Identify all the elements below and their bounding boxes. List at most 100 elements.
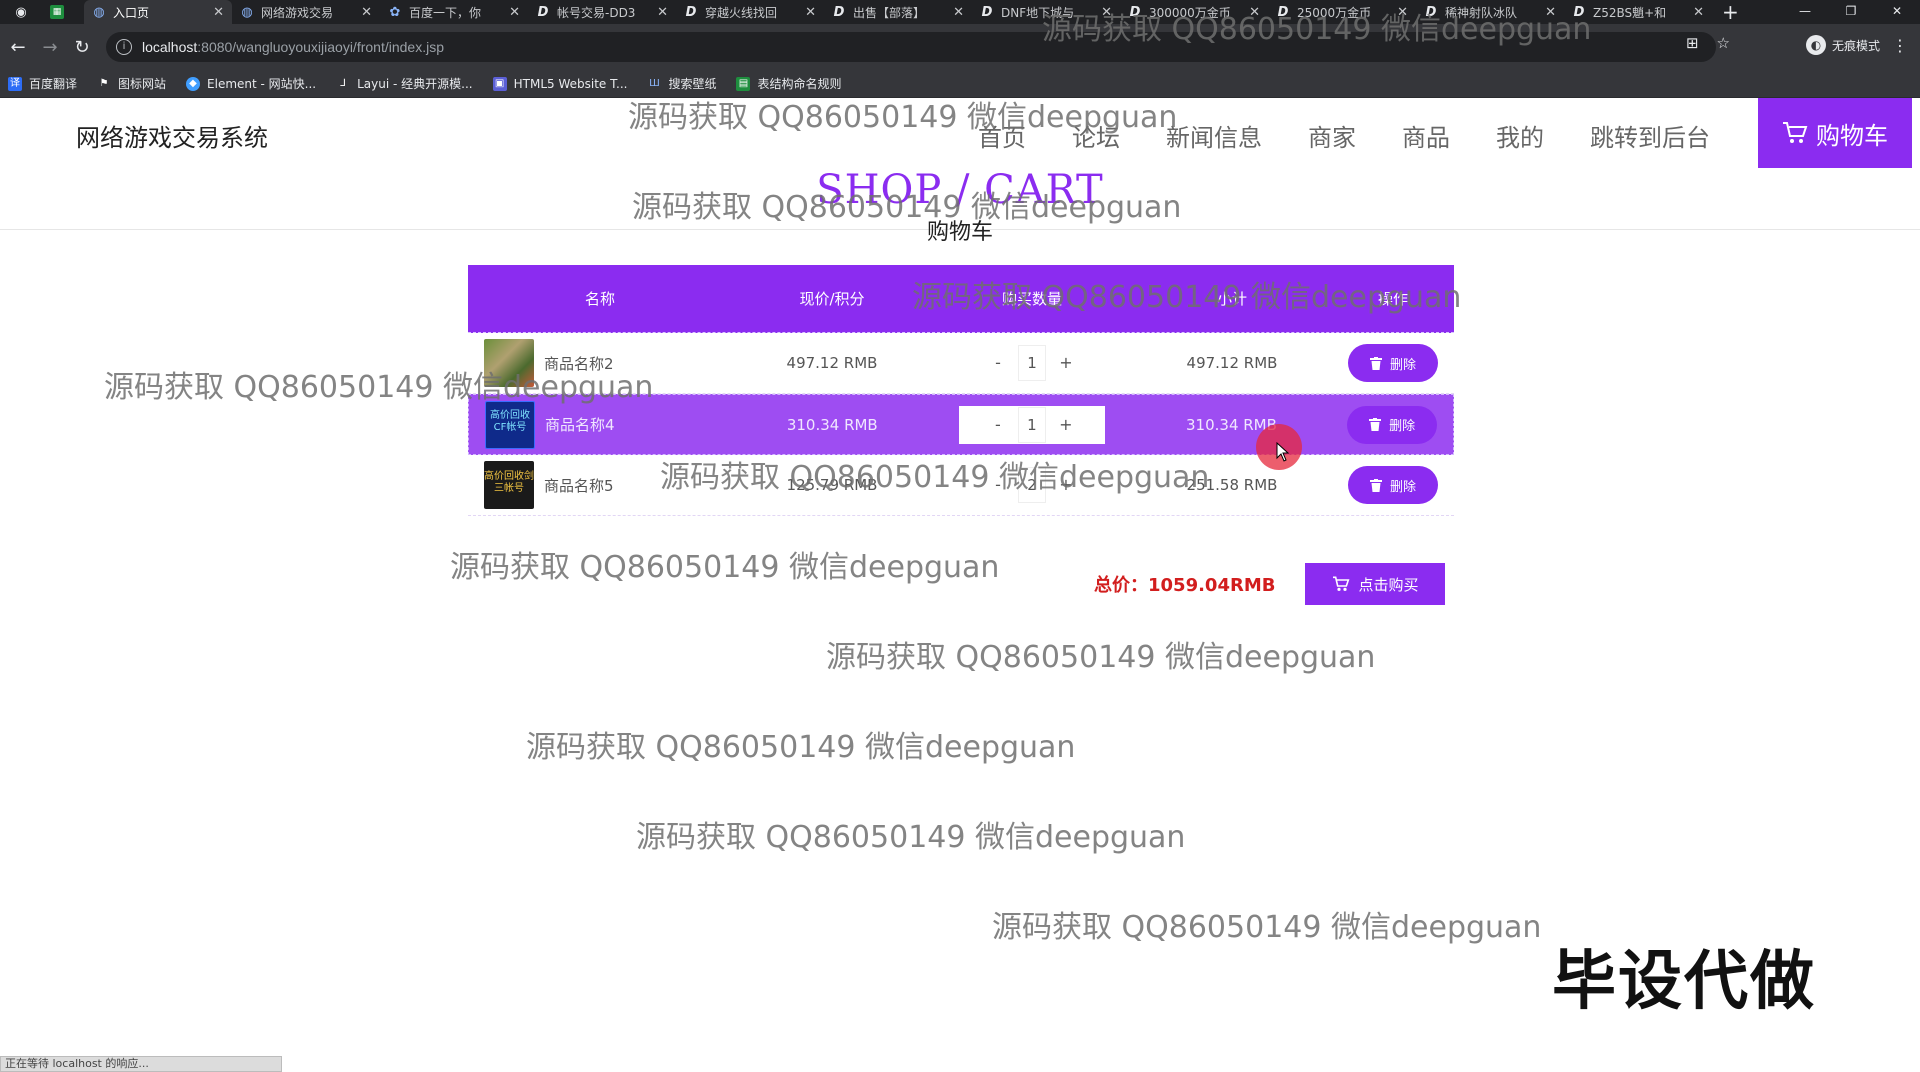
browser-tab-strip: ◉ ▦ ◍ 入口页 ✕ ◍ 网络游戏交易 ✕ ✿ 百度一下，你 ✕ D 帐号交易-DD3 ✕ D… bbox=[0, 0, 1920, 24]
close-icon[interactable]: ✕ bbox=[805, 5, 816, 20]
watermark: 源码获取 QQ86050149 微信deepguan bbox=[826, 640, 1376, 675]
incognito-profile[interactable]: ◐ 无痕模式 bbox=[1805, 35, 1880, 55]
nav-backend[interactable]: 跳转到后台 bbox=[1590, 118, 1710, 153]
quantity-input[interactable]: 1 bbox=[1017, 406, 1046, 443]
watermark: 源码获取 QQ86050149 微信deepguan bbox=[632, 190, 1182, 225]
close-window-icon[interactable]: ✕ bbox=[1874, 0, 1920, 24]
close-icon[interactable]: ✕ bbox=[213, 5, 224, 20]
tab-entry[interactable]: ◍ 入口页 ✕ bbox=[84, 0, 232, 24]
flag-icon: ⚑ bbox=[99, 77, 109, 89]
total-price: 总价：1059.04RMB bbox=[1094, 575, 1276, 596]
quantity-stepper: - 1 + bbox=[958, 405, 1105, 444]
close-icon[interactable]: ✕ bbox=[509, 5, 520, 20]
more-menu-icon[interactable]: ⋮ bbox=[1892, 36, 1908, 55]
watermark: 源码获取 QQ86050149 微信deepguan bbox=[526, 730, 1076, 765]
incognito-icon: ◐ bbox=[1805, 35, 1826, 55]
product-price: 497.12 RMB bbox=[786, 354, 878, 372]
product-subtotal: 497.12 RMB bbox=[1186, 354, 1278, 372]
element-logo-icon: ◆ bbox=[186, 76, 201, 91]
d-icon: D bbox=[981, 4, 993, 20]
bookmark-layui[interactable]: ⅃ Layui - 经典开源模... bbox=[336, 75, 472, 92]
product-name[interactable]: 商品名称5 bbox=[544, 475, 614, 496]
nav-news[interactable]: 新闻信息 bbox=[1166, 118, 1262, 153]
chrome-menu-icon[interactable]: ◉ bbox=[0, 0, 42, 24]
tab-d2[interactable]: D 穿越火线找回 ✕ bbox=[676, 0, 824, 24]
wallpaper-icon: Ш bbox=[649, 77, 660, 89]
globe-icon: ◍ bbox=[241, 4, 253, 20]
close-icon[interactable]: ✕ bbox=[361, 5, 372, 20]
bookmark-html5[interactable]: ▣ HTML5 Website T... bbox=[492, 76, 627, 91]
cart-icon bbox=[1783, 122, 1808, 143]
delete-button[interactable]: 删除 bbox=[1348, 344, 1438, 382]
site-title[interactable]: 网络游戏交易系统 bbox=[76, 118, 268, 153]
bookmark-wallpaper[interactable]: Ш 搜索壁纸 bbox=[647, 75, 716, 92]
watermark: 源码获取 QQ86050149 微信deepguan bbox=[104, 370, 654, 405]
product-price: 310.34 RMB bbox=[786, 415, 878, 434]
layui-icon: ⅃ bbox=[340, 77, 346, 89]
quantity-stepper: - 1 + bbox=[932, 345, 1132, 381]
watermark: 源码获取 QQ86050149 微信deepguan bbox=[912, 280, 1462, 315]
quantity-input[interactable]: 1 bbox=[1018, 345, 1046, 381]
close-icon[interactable]: ✕ bbox=[657, 5, 668, 20]
browser-status-bar: 正在等待 localhost 的响应... bbox=[0, 1056, 282, 1072]
omnibox-actions: ⊞ ☆ bbox=[1686, 34, 1730, 52]
bookmark-icons[interactable]: ⚑ 图标网站 bbox=[97, 75, 167, 92]
watermark: 源码获取 QQ86050149 微信deepguan bbox=[450, 550, 1000, 585]
tab-d1[interactable]: D 帐号交易-DD3 ✕ bbox=[528, 0, 676, 24]
tab-baidu[interactable]: ✿ 百度一下，你 ✕ bbox=[380, 0, 528, 24]
watermark: 源码获取 QQ86050149 微信deepguan bbox=[992, 910, 1542, 945]
bookmark-naming[interactable]: ▤ 表结构命名规则 bbox=[736, 75, 841, 92]
increase-button[interactable]: + bbox=[1046, 407, 1086, 443]
baidu-icon: ✿ bbox=[389, 4, 401, 20]
bookmark-fanyi[interactable]: 译百度翻译 bbox=[8, 75, 77, 92]
address-bar-row: ← → ↻ i localhost:8080/wangluoyouxijiaoy… bbox=[0, 24, 1920, 70]
sheet-icon: ▤ bbox=[736, 76, 751, 91]
window-controls: — ❐ ✕ bbox=[1782, 0, 1920, 24]
cart-button[interactable]: 购物车 bbox=[1758, 98, 1912, 168]
restore-icon[interactable]: ❐ bbox=[1828, 0, 1874, 24]
globe-icon: ◍ bbox=[93, 4, 105, 20]
delete-button[interactable]: 删除 bbox=[1348, 466, 1438, 504]
checkout-button[interactable]: 点击购买 bbox=[1305, 563, 1446, 605]
product-name[interactable]: 商品名称4 bbox=[545, 414, 615, 435]
d-icon: D bbox=[685, 4, 697, 20]
close-icon[interactable]: ✕ bbox=[953, 5, 964, 20]
tab-d3[interactable]: D 出售【部落】 ✕ bbox=[824, 0, 972, 24]
back-icon[interactable]: ← bbox=[2, 37, 34, 58]
reload-icon[interactable]: ↻ bbox=[66, 37, 98, 58]
cart-icon bbox=[1333, 576, 1350, 591]
increase-button[interactable]: + bbox=[1046, 345, 1086, 381]
html5-icon: ▣ bbox=[492, 76, 507, 91]
translate-icon[interactable]: ⊞ bbox=[1686, 34, 1699, 52]
minimize-icon[interactable]: — bbox=[1782, 0, 1828, 24]
watermark: 源码获取 QQ86050149 微信deepguan bbox=[636, 820, 1186, 855]
bookmark-star-icon[interactable]: ☆ bbox=[1717, 34, 1730, 52]
bookmark-element[interactable]: ◆ Element - 网站快... bbox=[186, 75, 316, 92]
nav-mine[interactable]: 我的 bbox=[1496, 118, 1544, 153]
mouse-cursor-icon bbox=[1276, 442, 1290, 462]
decrease-button[interactable]: - bbox=[978, 407, 1018, 443]
tab-game-trade[interactable]: ◍ 网络游戏交易 ✕ bbox=[232, 0, 380, 24]
new-tab-icon[interactable]: + bbox=[1722, 0, 1739, 24]
nav-goods[interactable]: 商品 bbox=[1402, 118, 1450, 153]
product-thumbnail[interactable]: 高价回收剑三帐号 bbox=[484, 461, 534, 509]
product-subtotal: 310.34 RMB bbox=[1186, 415, 1277, 434]
close-icon[interactable]: ✕ bbox=[1693, 5, 1704, 20]
translate-icon: 译 bbox=[8, 76, 22, 91]
d-icon: D bbox=[537, 4, 549, 20]
trash-icon bbox=[1369, 478, 1382, 492]
product-thumbnail[interactable]: 高价回收CF帐号 bbox=[485, 400, 535, 449]
decrease-button[interactable]: - bbox=[978, 345, 1018, 381]
forward-icon[interactable]: → bbox=[34, 37, 66, 58]
delete-button[interactable]: 删除 bbox=[1347, 405, 1438, 444]
nav-merchant[interactable]: 商家 bbox=[1308, 118, 1356, 153]
tab-sheet[interactable]: ▦ bbox=[42, 0, 84, 24]
trash-icon bbox=[1369, 356, 1382, 370]
cart-summary: 总价：1059.04RMB 点击购买 bbox=[1094, 563, 1446, 605]
header-name: 名称 bbox=[584, 290, 615, 308]
watermark: 源码获取 QQ86050149 微信deepguan bbox=[628, 100, 1178, 135]
d-icon: D bbox=[833, 4, 845, 20]
trash-icon bbox=[1369, 418, 1382, 431]
watermark: 源码获取 QQ86050149 微信deepguan bbox=[660, 460, 1210, 495]
site-info-icon[interactable]: i bbox=[116, 39, 132, 55]
